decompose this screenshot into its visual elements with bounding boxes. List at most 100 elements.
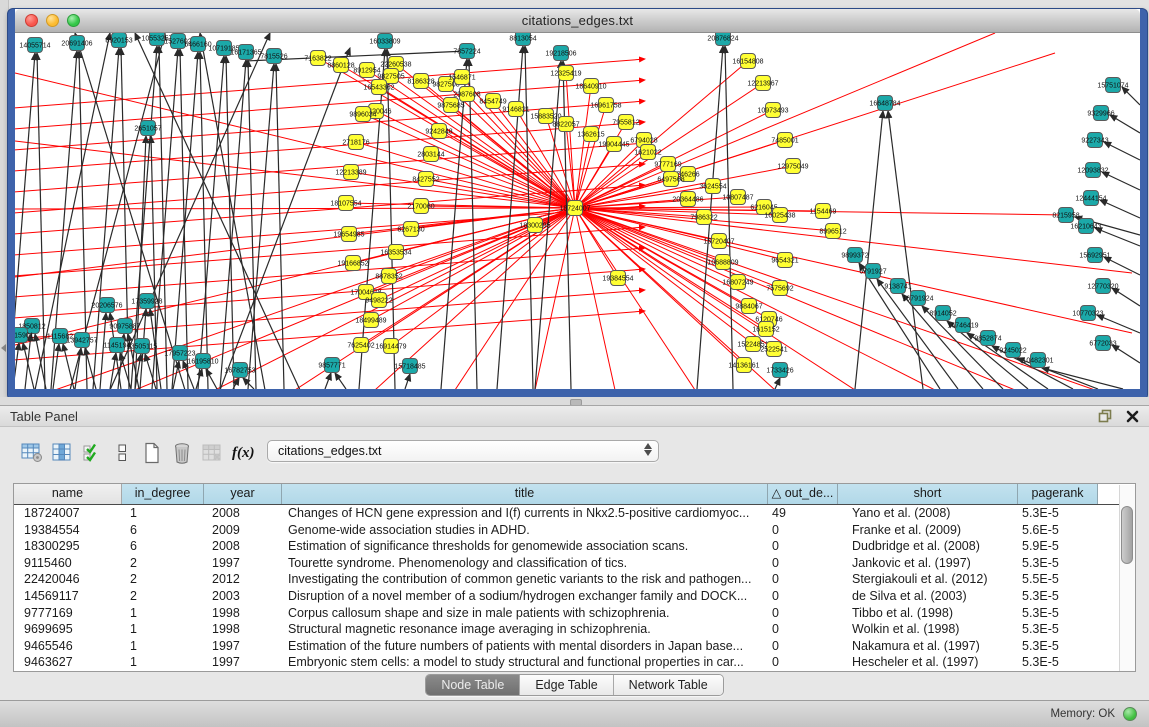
column-header-year[interactable]: year [204,484,282,504]
tab-network-table[interactable]: Network Table [614,675,723,695]
node-14055714[interactable]: 14055714 [19,38,50,53]
table-row[interactable]: 1872400712008Changes of HCN gene express… [14,505,1135,522]
node-12770320[interactable]: 12770320 [1087,279,1118,294]
node-15718485[interactable]: 15718485 [394,359,425,374]
network-window-titlebar[interactable]: citations_edges.txt [15,9,1140,33]
function-builder-icon[interactable]: f(x) [232,445,255,462]
node-12444154[interactable]: 12444154 [1075,191,1106,206]
column-header-out_degree[interactable]: △ out_de... [768,484,838,504]
create-column-icon[interactable] [138,441,165,465]
node-8996512[interactable]: 8996512 [819,224,846,239]
node-table[interactable]: namein_degreeyeartitle△ out_de...shortpa… [13,483,1136,672]
node-16961758[interactable]: 16961758 [590,98,621,113]
column-header-pagerank[interactable]: pagerank [1018,484,1098,504]
node-12975049[interactable]: 12975049 [777,159,808,174]
node-19218506[interactable]: 19218506 [545,46,576,61]
collapse-west-panel-icon[interactable] [1,344,6,352]
node-19384554[interactable]: 19384554 [602,271,633,286]
node-9777169[interactable]: 9777169 [654,157,681,172]
select-columns-icon[interactable] [78,441,105,465]
node-6791927[interactable]: 6791927 [859,264,886,279]
float-panel-icon[interactable] [1098,409,1112,428]
node-20364486[interactable]: 20364486 [672,192,703,207]
node-18499489[interactable]: 18499489 [355,313,386,328]
svg-text:2651057: 2651057 [134,126,161,133]
close-panel-icon[interactable] [1126,410,1139,428]
node-2718176[interactable]: 2718176 [342,135,369,150]
delete-column-icon[interactable] [168,441,195,465]
node-8427552[interactable]: 8427552 [412,172,439,187]
node-20691406[interactable]: 20691406 [61,36,92,51]
node-12325419[interactable]: 12325419 [550,66,581,81]
node-20876824[interactable]: 20876824 [707,33,738,46]
table-row[interactable]: 2242004622012Investigating the contribut… [14,571,1135,588]
network-canvas[interactable]: 1405571420691406892015310553257152760264… [15,33,1140,389]
table-mode-icon[interactable] [18,441,45,465]
node-18640910[interactable]: 18640910 [575,79,606,94]
scrollbar-thumb[interactable] [1121,506,1133,564]
node-19166852[interactable]: 19166852 [337,256,368,271]
node-8813054[interactable]: 8813054 [509,33,536,46]
node-7857224[interactable]: 7857224 [453,44,480,59]
node-1362615[interactable]: 1362615 [577,127,604,142]
node-16791924[interactable]: 16791924 [902,291,933,306]
node-7625402[interactable]: 7625402 [347,338,374,353]
panel-splitter[interactable] [0,397,1149,405]
table-selector-dropdown[interactable]: citations_edges.txt [267,440,659,462]
node-9654321[interactable]: 9654321 [771,253,798,268]
node-8215958[interactable]: 8215958 [1052,208,1079,223]
node-9329966[interactable]: 9329966 [1087,106,1114,121]
table-row[interactable]: 1456911722003Disruption of a novel membe… [14,588,1135,605]
node-16033809[interactable]: 16033809 [369,34,400,49]
citation-network-graph[interactable]: 1405571420691406892015310553257152760264… [15,33,1140,389]
row-height-icon[interactable] [108,441,135,465]
table-row[interactable]: 977716911998Corpus callosum shape and si… [14,605,1135,622]
node-2170060[interactable]: 2170060 [407,199,434,214]
node-15692951[interactable]: 15692951 [1079,248,1110,263]
table-tabs: Node TableEdge TableNetwork Table [0,674,1149,696]
table-row[interactable]: 1830029562008Estimation of significance … [14,538,1135,555]
node-12213967[interactable]: 12213967 [747,76,778,91]
table-row[interactable]: 969969511998Structural magnetic resonanc… [14,621,1135,638]
tab-node-table[interactable]: Node Table [426,675,520,695]
delete-table-icon[interactable] [198,441,225,465]
column-header-short[interactable]: short [838,484,1018,504]
node-1733426[interactable]: 1733426 [766,363,793,378]
node-16154808[interactable]: 16154808 [732,54,763,69]
node-9852874[interactable]: 9852874 [974,331,1001,346]
show-columns-icon[interactable] [48,441,75,465]
node-19904445[interactable]: 19904445 [598,137,629,152]
node-16746419[interactable]: 16746419 [947,318,978,333]
node-15751074[interactable]: 15751074 [1097,78,1128,93]
node-3624554[interactable]: 3624554 [699,179,726,194]
node-9138741[interactable]: 9138741 [884,279,911,294]
node-7485001[interactable]: 7485001 [771,133,798,148]
node-10770323[interactable]: 10770323 [1072,306,1103,321]
table-row[interactable]: 911546021997Tourette syndrome. Phenomeno… [14,555,1135,572]
column-header-in_degree[interactable]: in_degree [122,484,204,504]
table-row[interactable]: 1938455462009Genome-wide association stu… [14,522,1135,539]
node-16210643[interactable]: 16210643 [1070,219,1101,234]
node-10807487[interactable]: 10807487 [722,190,753,205]
table-row[interactable]: 946362711997Embryonic stem cells: a mode… [14,654,1135,671]
tab-edge-table[interactable]: Edge Table [520,675,613,695]
node-7815526[interactable]: 7815526 [260,49,287,64]
table-row[interactable]: 946554611997Estimation of the future num… [14,638,1135,655]
node-1154469[interactable]: 1154469 [810,204,837,219]
node-10688809[interactable]: 10688809 [707,255,738,270]
node-19654985[interactable]: 19654985 [333,227,364,242]
column-header-name[interactable]: name [14,484,122,504]
node-9899372[interactable]: 9899372 [841,248,868,263]
column-header-title[interactable]: title [282,484,768,504]
vertical-scrollbar[interactable] [1119,485,1135,671]
node-12093832[interactable]: 12093832 [1077,163,1108,178]
svg-text:8914052: 8914052 [929,311,956,318]
cell-title: Estimation of significance thresholds fo… [282,538,768,555]
node-16648784[interactable]: 16648784 [869,96,900,111]
node-16914479[interactable]: 16914479 [375,339,406,354]
network-window[interactable]: citations_edges.txt 14055714206914068920… [8,9,1147,398]
node-9245022[interactable]: 9245022 [999,343,1026,358]
node-7955812[interactable]: 7955812 [612,115,639,130]
node-6772033[interactable]: 6772033 [1089,336,1116,351]
node-9227343[interactable]: 9227343 [1081,133,1108,148]
